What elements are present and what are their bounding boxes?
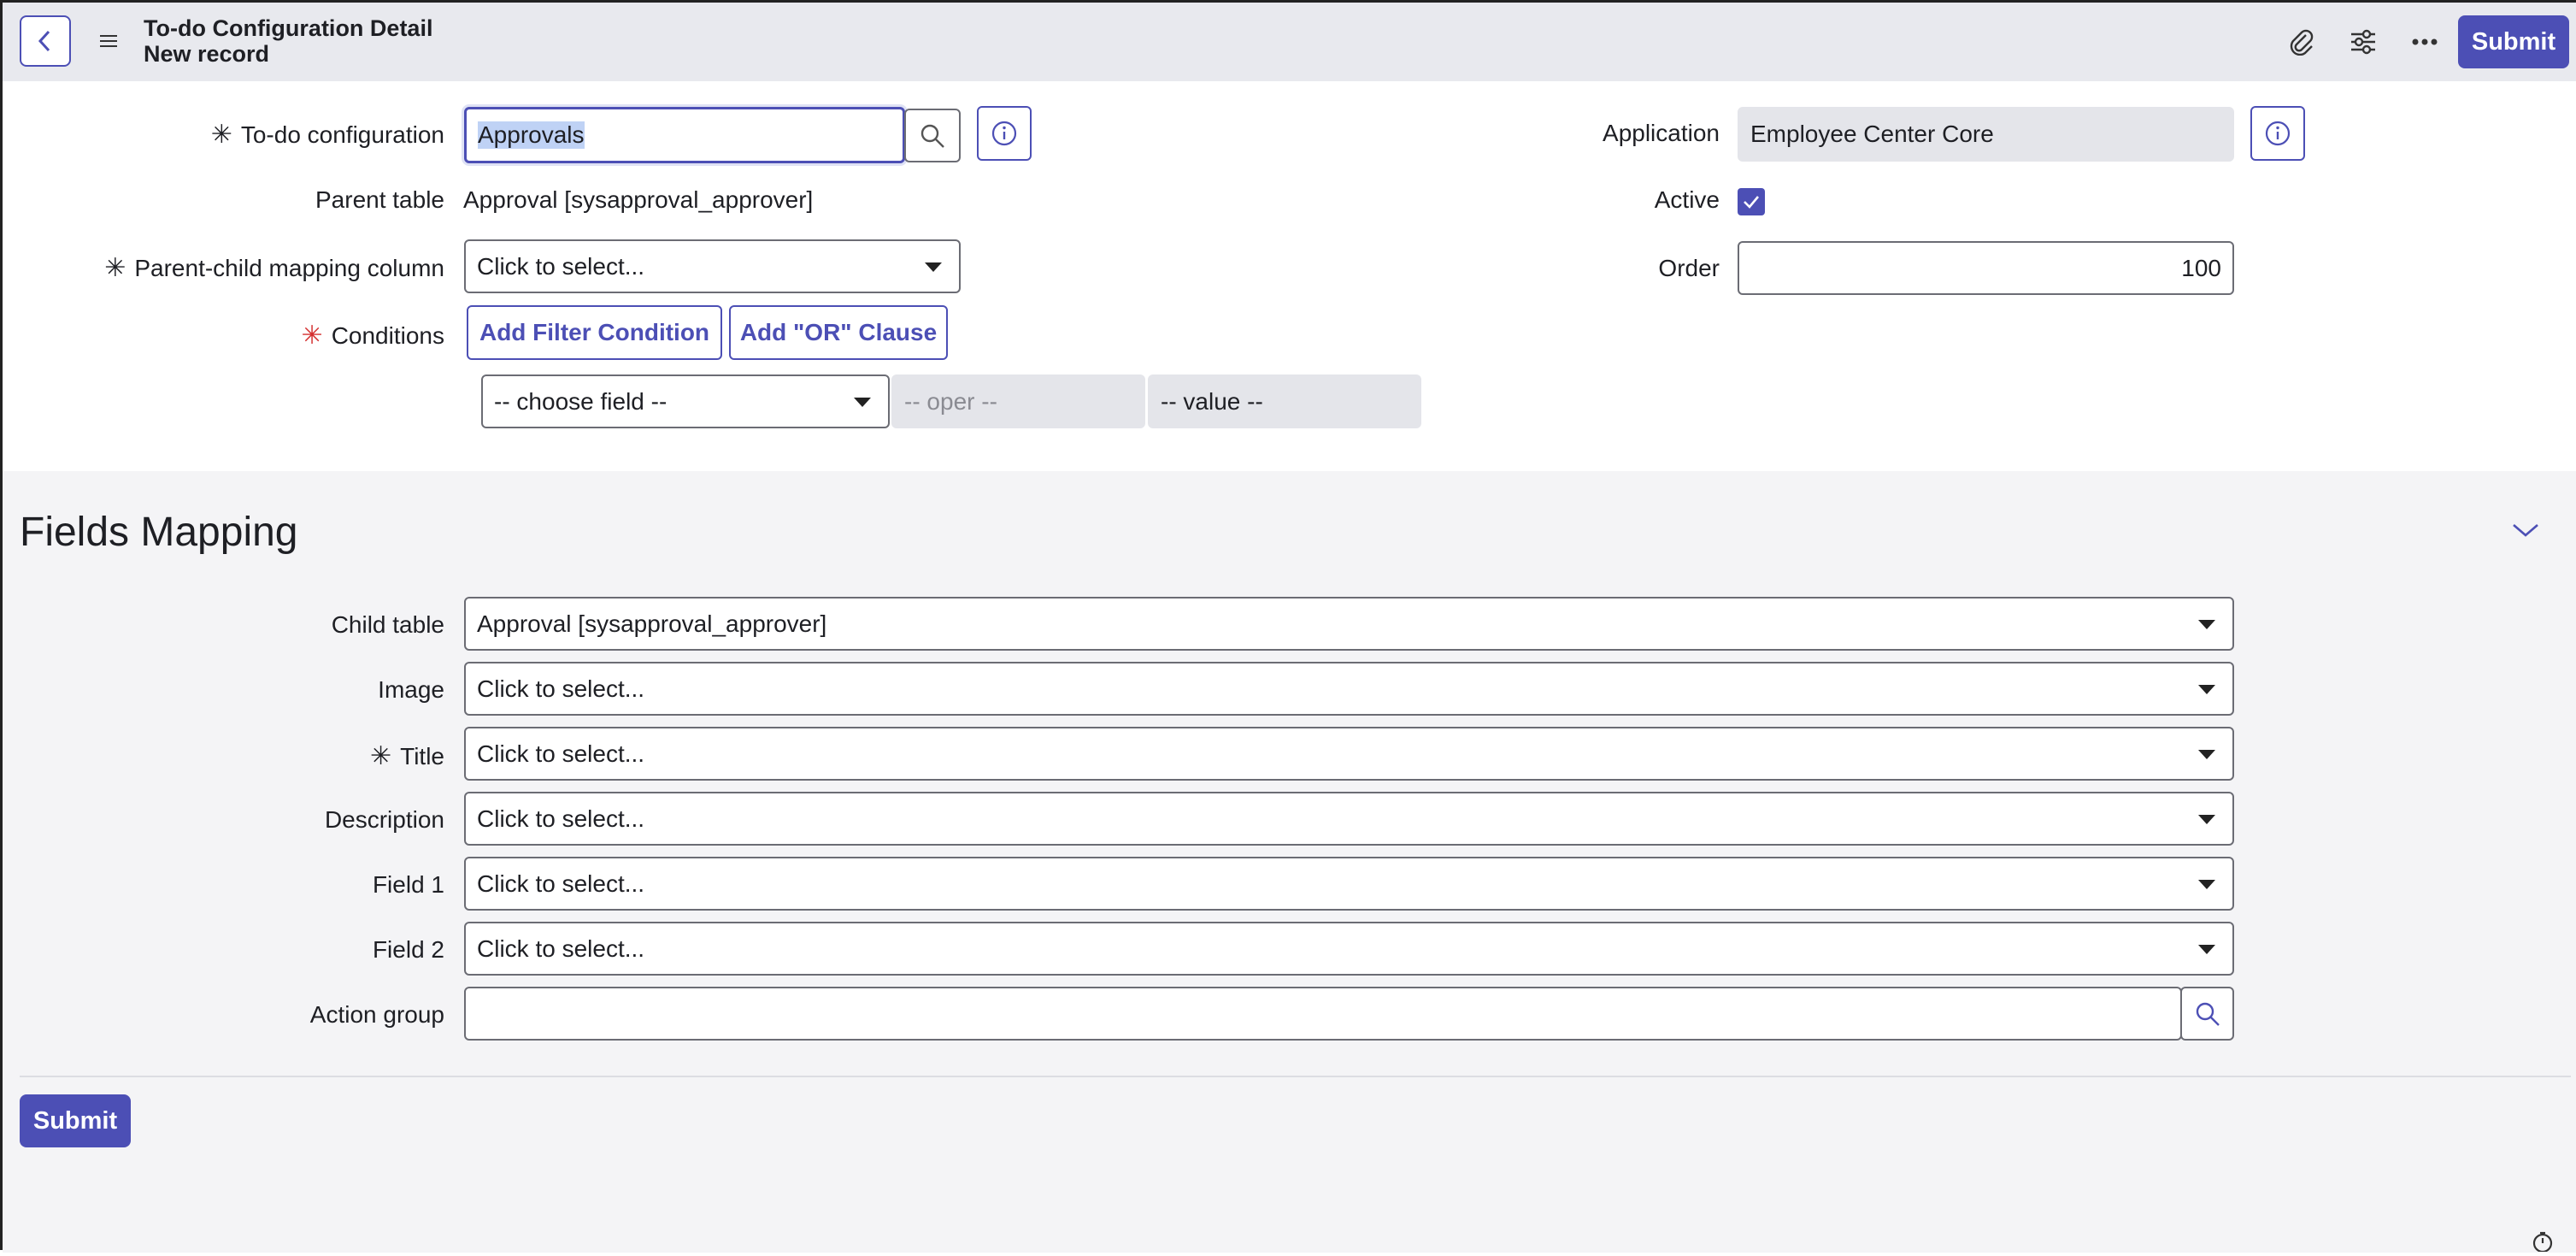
back-button[interactable]	[20, 15, 71, 67]
description-select[interactable]: Click to select...	[464, 792, 2234, 846]
fields-mapping-title: Fields Mapping	[20, 510, 298, 555]
field1-value: Click to select...	[477, 870, 645, 897]
child-table-value: Approval [sysapproval_approver]	[477, 610, 827, 637]
checkmark-icon	[1744, 196, 1759, 209]
field1-label: Field 1	[372, 871, 444, 898]
mapping-column-value: Click to select...	[477, 252, 645, 280]
required-icon: ✳	[104, 254, 126, 282]
child-table-label: Child table	[331, 611, 444, 638]
todo-configuration-label: ✳ To-do configuration	[210, 121, 444, 149]
action-group-label: Action group	[309, 1001, 444, 1028]
field2-label: Field 2	[372, 936, 444, 963]
page-title: To-do Configuration Detail	[144, 15, 433, 41]
parent-table-value: Approval [sysapproval_approver]	[463, 186, 814, 213]
todo-configuration-info-button[interactable]	[977, 106, 1032, 161]
chevron-down-icon[interactable]	[2511, 522, 2540, 543]
field2-select[interactable]: Click to select...	[464, 922, 2234, 976]
operator-select[interactable]: -- oper --	[891, 374, 1145, 428]
value-input[interactable]: -- value --	[1148, 374, 1421, 428]
operator-value: -- oper --	[904, 387, 997, 415]
chevron-down-icon	[2198, 944, 2215, 954]
application-info-button[interactable]	[2250, 106, 2305, 161]
conditions-label: ✳ Conditions	[301, 321, 444, 350]
search-icon	[2196, 1002, 2220, 1026]
action-group-input[interactable]	[464, 987, 2182, 1041]
choose-field-select[interactable]: -- choose field --	[481, 374, 890, 428]
chevron-down-icon	[2198, 814, 2215, 824]
parent-table-label: Parent table	[315, 186, 444, 213]
required-icon: ✳	[370, 742, 392, 770]
info-icon	[991, 121, 1017, 146]
choose-field-value: -- choose field --	[494, 387, 668, 415]
search-icon	[920, 124, 944, 148]
chevron-down-icon	[2198, 879, 2215, 889]
chevron-left-icon	[38, 30, 50, 52]
required-icon: ✳	[210, 121, 232, 149]
add-or-clause-button[interactable]: Add "OR" Clause	[729, 305, 948, 360]
lookup-button[interactable]	[904, 109, 961, 162]
active-checkbox[interactable]	[1738, 188, 1765, 215]
chevron-down-icon	[2198, 749, 2215, 759]
order-label: Order	[1658, 255, 1720, 281]
chevron-down-icon	[2198, 619, 2215, 629]
application-value: Employee Center Core	[1750, 121, 1994, 147]
image-value: Click to select...	[477, 675, 645, 702]
mapping-column-select[interactable]: Click to select...	[464, 239, 961, 293]
timer-icon	[2531, 1231, 2555, 1256]
description-label: Description	[324, 806, 444, 833]
todo-configuration-value: Approvals	[478, 121, 585, 149]
required-icon: ✳	[301, 321, 323, 350]
child-table-select[interactable]: Approval [sysapproval_approver]	[464, 597, 2234, 651]
field1-select[interactable]: Click to select...	[464, 857, 2234, 911]
chevron-down-icon	[925, 262, 942, 272]
chevron-down-icon	[854, 397, 871, 407]
mapping-column-label: ✳ Parent-child mapping column	[104, 254, 444, 282]
image-label: Image	[378, 676, 444, 703]
title-select[interactable]: Click to select...	[464, 727, 2234, 781]
chevron-down-icon	[2198, 684, 2215, 694]
settings-sliders-icon[interactable]	[2348, 27, 2379, 57]
active-label: Active	[1654, 186, 1720, 213]
title-value: Click to select...	[477, 740, 645, 767]
image-select[interactable]: Click to select...	[464, 662, 2234, 716]
menu-icon[interactable]	[98, 31, 119, 51]
divider	[20, 1076, 2571, 1077]
todo-configuration-input[interactable]: Approvals	[464, 107, 905, 163]
application-field: Employee Center Core	[1738, 107, 2234, 162]
title-label: ✳ Title	[370, 742, 444, 770]
description-value: Click to select...	[477, 805, 645, 832]
page-subtitle: New record	[144, 41, 270, 67]
order-input[interactable]: 100	[1738, 241, 2234, 295]
submit-button-top[interactable]: Submit	[2458, 15, 2569, 68]
more-options-icon[interactable]	[2409, 27, 2440, 57]
info-icon	[2265, 121, 2291, 146]
order-value: 100	[2181, 254, 2221, 281]
submit-button-bottom[interactable]: Submit	[20, 1094, 131, 1147]
paperclip-icon[interactable]	[2286, 27, 2317, 57]
add-filter-condition-button[interactable]: Add Filter Condition	[467, 305, 722, 360]
action-group-lookup-button[interactable]	[2180, 987, 2234, 1041]
form-header: To-do Configuration Detail New record Su…	[3, 3, 2576, 81]
field2-value: Click to select...	[477, 935, 645, 962]
value-placeholder: -- value --	[1161, 387, 1263, 415]
application-label: Application	[1603, 120, 1720, 146]
